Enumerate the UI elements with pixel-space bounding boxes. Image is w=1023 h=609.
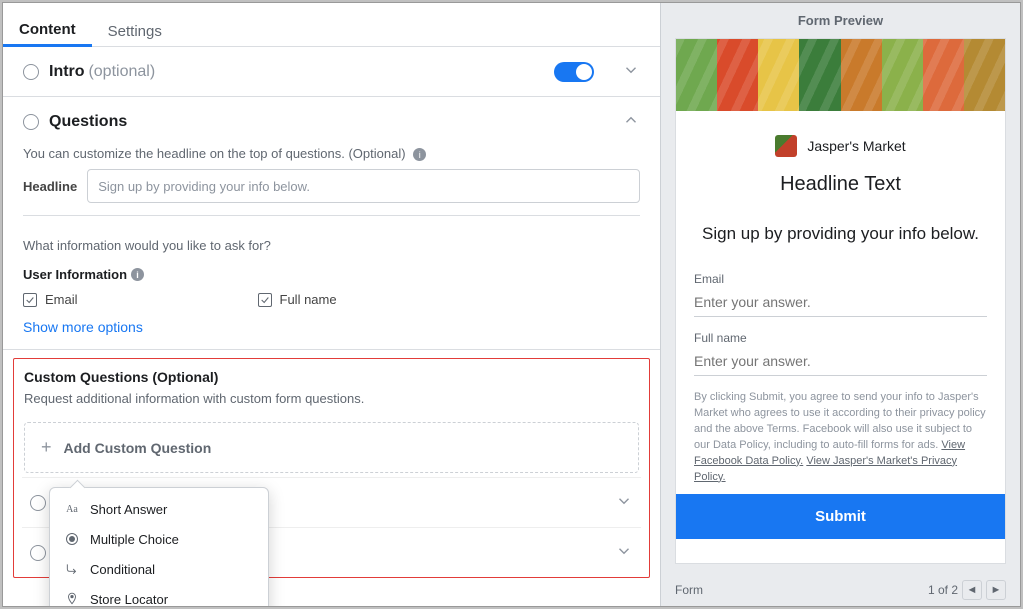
headline-input[interactable] <box>87 169 640 203</box>
add-custom-question-button[interactable]: + Add Custom Question <box>24 422 639 473</box>
panel-body: Intro (optional) Questions <box>3 47 660 606</box>
radio-icon <box>64 531 80 547</box>
section-status-icon <box>23 64 39 80</box>
section-status-icon <box>23 114 39 130</box>
field-input-fullname[interactable] <box>694 345 987 376</box>
text-icon: Aa <box>64 501 80 517</box>
section-intro: Intro (optional) <box>3 47 660 97</box>
info-icon[interactable]: i <box>413 148 426 161</box>
menu-item-multiple-choice[interactable]: Multiple Choice <box>50 524 268 554</box>
app-frame: Content Settings Intro (optional) <box>2 2 1021 607</box>
user-info-label: User Information i <box>23 267 640 282</box>
section-questions: Questions You can customize the headline… <box>3 97 660 350</box>
headline-label: Headline <box>23 179 77 194</box>
tab-bar: Content Settings <box>3 3 660 47</box>
hero-image <box>676 39 1005 111</box>
checkbox-label: Full name <box>280 292 337 307</box>
plus-icon: + <box>41 437 52 458</box>
branch-icon <box>64 561 80 577</box>
page-avatar <box>775 135 797 157</box>
chevron-down-icon <box>615 542 633 563</box>
page-name: Jasper's Market <box>807 138 905 154</box>
phone-preview: Jasper's Market Headline Text Sign up by… <box>675 38 1006 564</box>
chevron-down-icon <box>615 492 633 513</box>
menu-item-conditional[interactable]: Conditional <box>50 554 268 584</box>
editor-panel: Content Settings Intro (optional) <box>3 3 661 606</box>
preview-title: Form Preview <box>661 3 1020 38</box>
ask-for-text: What information would you like to ask f… <box>23 238 640 253</box>
add-custom-question-label: Add Custom Question <box>64 440 212 456</box>
submit-button[interactable]: Submit <box>676 494 1005 539</box>
field-label-email: Email <box>694 272 987 286</box>
field-input-email[interactable] <box>694 286 987 317</box>
checkmark-icon <box>258 293 272 307</box>
form-preview-panel: Form Preview Jasper's Market Headline Te… <box>661 3 1020 606</box>
menu-item-short-answer[interactable]: Aa Short Answer <box>50 494 268 524</box>
preview-footer: Form 1 of 2 ◄ ► <box>661 574 1020 606</box>
field-label-fullname: Full name <box>694 331 987 345</box>
next-page-button[interactable]: ► <box>986 580 1006 600</box>
questions-subtext: You can customize the headline on the to… <box>23 146 640 161</box>
checkmark-icon <box>23 293 37 307</box>
questions-collapse-icon[interactable] <box>622 111 640 132</box>
info-icon[interactable]: i <box>131 268 144 281</box>
location-pin-icon <box>64 591 80 606</box>
tab-settings[interactable]: Settings <box>92 3 178 47</box>
checkbox-label: Email <box>45 292 78 307</box>
disclaimer-text: By clicking Submit, you agree to send yo… <box>676 376 1005 494</box>
intro-expand-icon[interactable] <box>622 61 640 82</box>
section-custom-questions: Custom Questions (Optional) Request addi… <box>14 359 649 477</box>
intro-optional-label: (optional) <box>88 63 155 80</box>
form-headline: Headline Text <box>676 173 1005 196</box>
custom-questions-sub: Request additional information with cust… <box>24 391 639 406</box>
intro-toggle[interactable] <box>554 62 594 82</box>
intro-title: Intro <box>49 63 85 80</box>
custom-questions-title: Custom Questions (Optional) <box>24 369 639 385</box>
section-status-icon <box>30 495 46 511</box>
section-status-icon <box>30 545 46 561</box>
tab-content[interactable]: Content <box>3 3 92 47</box>
show-more-options-link[interactable]: Show more options <box>23 319 640 335</box>
footer-label: Form <box>675 583 703 597</box>
checkbox-email[interactable]: Email <box>23 292 78 307</box>
form-subheadline: Sign up by providing your info below. <box>676 224 1005 244</box>
checkbox-fullname[interactable]: Full name <box>258 292 337 307</box>
menu-item-store-locator[interactable]: Store Locator <box>50 584 268 606</box>
prev-page-button[interactable]: ◄ <box>962 580 982 600</box>
questions-title: Questions <box>49 113 127 131</box>
custom-question-type-menu: Aa Short Answer Multiple Choice Conditio… <box>49 487 269 606</box>
page-indicator: 1 of 2 <box>928 583 958 597</box>
